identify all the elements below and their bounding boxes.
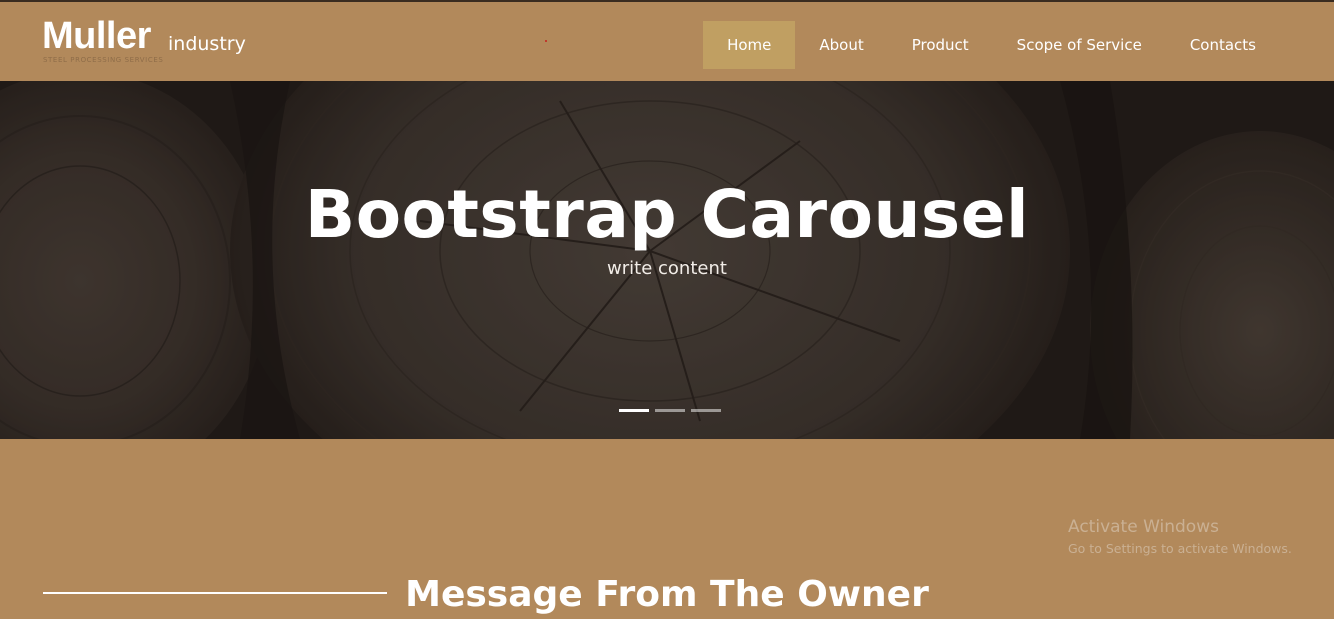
- watermark-subtitle: Go to Settings to activate Windows.: [1068, 541, 1292, 556]
- carousel-indicator-2[interactable]: [655, 409, 685, 412]
- carousel-title: Bootstrap Carousel: [304, 176, 1030, 254]
- carousel-caption: write content: [607, 258, 727, 279]
- hero-carousel[interactable]: Bootstrap Carousel write content: [0, 81, 1334, 439]
- section-title-owner-message: Message From The Owner: [405, 573, 929, 615]
- windows-activation-watermark: Activate Windows Go to Settings to activ…: [1068, 516, 1328, 558]
- logo-main-text: Muller: [42, 15, 151, 57]
- stray-dot: [545, 40, 547, 42]
- carousel-indicators: [619, 409, 721, 412]
- logo-sub-text: industry: [168, 33, 246, 55]
- site-header: Muller industry STEEL PROCESSING SERVICE…: [0, 2, 1334, 81]
- site-logo[interactable]: Muller industry STEEL PROCESSING SERVICE…: [42, 14, 282, 70]
- logo-tagline: STEEL PROCESSING SERVICES: [43, 56, 164, 64]
- carousel-indicator-3[interactable]: [691, 409, 721, 412]
- nav-product[interactable]: Product: [888, 21, 993, 69]
- nav-scope-of-service[interactable]: Scope of Service: [993, 21, 1166, 69]
- main-nav: Home About Product Scope of Service Cont…: [703, 21, 1280, 69]
- carousel-indicator-1[interactable]: [619, 409, 649, 412]
- nav-about[interactable]: About: [795, 21, 887, 69]
- nav-contacts[interactable]: Contacts: [1166, 21, 1280, 69]
- nav-home[interactable]: Home: [703, 21, 796, 69]
- watermark-title: Activate Windows: [1068, 517, 1219, 537]
